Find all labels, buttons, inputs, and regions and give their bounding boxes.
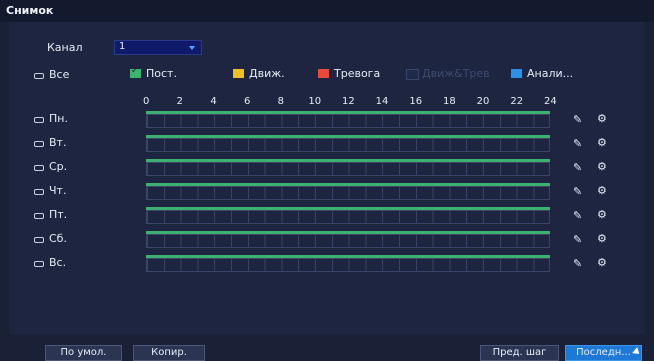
pencil-icon[interactable]: ✎: [573, 185, 582, 198]
hour-tick-label: 24: [544, 96, 557, 107]
hour-tick-label: 16: [409, 96, 423, 107]
day-checkbox[interactable]: [34, 261, 44, 267]
hour-tick-label: 8: [277, 96, 285, 107]
hour-tick-label: 0: [143, 96, 150, 107]
day-label: Вс.: [49, 256, 67, 269]
day-label: Сб.: [49, 232, 67, 245]
gear-icon[interactable]: ⚙: [597, 208, 607, 221]
hour-tick-label: 10: [308, 96, 322, 107]
schedule-grid[interactable]: [146, 234, 550, 248]
channel-label: Канал: [47, 41, 83, 54]
chevron-down-icon: [189, 46, 195, 50]
hour-tick-label: 22: [510, 96, 524, 107]
legend-swatch[interactable]: [233, 69, 244, 78]
schedule-grid[interactable]: [146, 114, 550, 128]
hour-tick-label: 12: [342, 96, 355, 107]
day-checkbox[interactable]: [34, 117, 44, 123]
channel-value: 1: [119, 41, 126, 52]
pencil-icon[interactable]: ✎: [573, 209, 582, 222]
schedule-grid[interactable]: [146, 186, 550, 200]
schedule-grid[interactable]: [146, 162, 550, 176]
pencil-icon[interactable]: ✎: [573, 161, 582, 174]
schedule-grid[interactable]: [146, 138, 550, 152]
gear-icon[interactable]: ⚙: [597, 136, 607, 149]
gear-icon[interactable]: ⚙: [597, 160, 607, 173]
pencil-icon[interactable]: ✎: [573, 113, 582, 126]
legend-label: Пост.: [146, 67, 177, 80]
hour-tick-label: 2: [176, 96, 184, 107]
all-label: Все: [49, 68, 70, 81]
hour-tick-label: 18: [443, 96, 456, 107]
all-checkbox[interactable]: [34, 73, 44, 79]
legend-label: Анали...: [527, 67, 574, 80]
hour-tick-label: 4: [210, 96, 217, 107]
prev-step-button[interactable]: Пред. шаг: [480, 345, 559, 361]
day-label: Ср.: [49, 160, 68, 173]
pencil-icon[interactable]: ✎: [573, 137, 582, 150]
gear-icon[interactable]: ⚙: [597, 232, 607, 245]
legend-swatch[interactable]: [406, 69, 419, 80]
day-label: Пт.: [49, 208, 68, 221]
hour-tick-label: 6: [244, 96, 251, 107]
channel-select[interactable]: 1: [114, 40, 202, 55]
default-button[interactable]: По умол.: [45, 345, 122, 361]
day-checkbox[interactable]: [34, 189, 44, 195]
day-label: Чт.: [49, 184, 67, 197]
legend-swatch[interactable]: [511, 69, 522, 78]
next-button[interactable]: Последн...: [565, 345, 642, 361]
day-checkbox[interactable]: [34, 141, 44, 147]
day-label: Вт.: [49, 136, 67, 149]
gear-icon[interactable]: ⚙: [597, 256, 607, 269]
schedule-grid[interactable]: [146, 258, 550, 272]
legend-label: Движ.: [249, 67, 285, 80]
hour-tick-label: 14: [375, 96, 389, 107]
window-title: Снимок: [6, 4, 54, 17]
schedule-grid[interactable]: [146, 210, 550, 224]
day-label: Пн.: [49, 112, 68, 125]
legend-label: Движ&Трев: [422, 67, 490, 80]
title-bar: Снимок: [0, 0, 654, 22]
pencil-icon[interactable]: ✎: [573, 233, 582, 246]
legend-swatch[interactable]: [318, 69, 329, 78]
copy-button[interactable]: Копир.: [133, 345, 205, 361]
pencil-icon[interactable]: ✎: [573, 257, 582, 270]
legend-label: Тревога: [334, 67, 381, 80]
gear-icon[interactable]: ⚙: [597, 184, 607, 197]
day-checkbox[interactable]: [34, 237, 44, 243]
gear-icon[interactable]: ⚙: [597, 112, 607, 125]
day-checkbox[interactable]: [34, 165, 44, 171]
day-checkbox[interactable]: [34, 213, 44, 219]
legend-swatch[interactable]: ✓: [130, 66, 141, 78]
hour-tick-label: 20: [476, 96, 490, 107]
